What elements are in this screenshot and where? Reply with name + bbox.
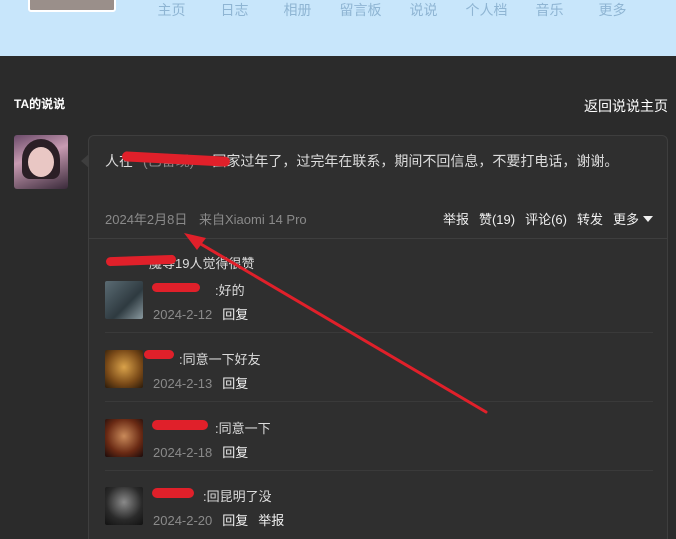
comment-avatar[interactable] (105, 487, 143, 525)
comment-text: 同意一下好友 (182, 352, 261, 367)
redaction-mark (152, 488, 194, 498)
comment-text: 同意一下 (218, 421, 271, 436)
nav-item-shuoshuo[interactable]: 说说 (392, 0, 455, 20)
nav-item-album[interactable]: 相册 (266, 0, 329, 20)
comment-meta: 2024-2-20 回复 举报 (153, 513, 284, 529)
more-button[interactable]: 更多 (613, 210, 653, 230)
back-to-shuoshuo-link[interactable]: 返回说说主页 (584, 96, 668, 116)
comment-divider (105, 401, 653, 402)
comment-text: 回昆明了没 (206, 489, 272, 504)
comment-reply-button[interactable]: 回复 (222, 445, 248, 460)
nav-item-guestbook[interactable]: 留言板 (329, 0, 392, 20)
nav-item-home[interactable]: 主页 (140, 0, 203, 20)
avatar-face (28, 147, 54, 177)
like-button[interactable]: 赞(19) (479, 210, 515, 230)
post-device: 来自Xiaomi 14 Pro (199, 212, 307, 227)
forward-button[interactable]: 转发 (577, 210, 603, 230)
comment-reply-button[interactable]: 回复 (222, 376, 248, 391)
comment-meta: 2024-2-18 回复 (153, 445, 248, 461)
main-nav: 主页 日志 相册 留言板 说说 个人档 音乐 更多 (140, 0, 644, 20)
nav-item-profile[interactable]: 个人档 (455, 0, 518, 20)
comment-avatar[interactable] (105, 350, 143, 388)
chevron-down-icon (643, 216, 653, 222)
comment-meta: 2024-2-12 回复 (153, 307, 248, 323)
post-card: 人在(已备现)回家过年了，过完年在联系，期间不回信息，不要打电话，谢谢。 202… (81, 135, 668, 539)
report-button[interactable]: 举报 (443, 210, 469, 230)
comment-button[interactable]: 评论(6) (525, 210, 567, 230)
nav-item-music[interactable]: 音乐 (518, 0, 581, 20)
comment-reply-button[interactable]: 回复 (222, 307, 248, 322)
comment-date: 2024-2-13 (153, 376, 213, 391)
post-divider (89, 238, 667, 239)
nav-item-more[interactable]: 更多 (581, 0, 644, 20)
comment-avatar[interactable] (105, 419, 143, 457)
comment-divider (105, 470, 653, 471)
nav-item-blog[interactable]: 日志 (203, 0, 266, 20)
comment-text: 好的 (218, 283, 245, 298)
comment-avatar[interactable] (105, 281, 143, 319)
comment-reply-button[interactable]: 回复 (222, 513, 248, 528)
comment-date: 2024-2-18 (153, 445, 213, 460)
comment-divider (105, 332, 653, 333)
top-banner: 主页 日志 相册 留言板 说说 个人档 音乐 更多 (0, 0, 676, 56)
post-text: 回家过年了，过完年在联系，期间不回信息，不要打电话，谢谢。 (212, 153, 619, 169)
comment-date: 2024-2-20 (153, 513, 213, 528)
comment-report-button[interactable]: 举报 (258, 513, 284, 528)
comment-date: 2024-2-12 (153, 307, 213, 322)
card-pointer (81, 154, 89, 168)
post-actions: 举报 赞(19) 评论(6) 转发 更多 (443, 210, 653, 230)
page: { "nav": { "items": ["主页", "日志", "相册", "… (0, 0, 676, 539)
redaction-mark (152, 283, 200, 292)
comment-item: :同意一下好友 2024-2-13 回复 (105, 350, 653, 410)
post-date: 2024年2月8日 (105, 212, 188, 227)
comment-meta: 2024-2-13 回复 (153, 376, 248, 392)
redaction-mark (144, 350, 174, 359)
profile-avatar-thumb[interactable] (28, 0, 116, 12)
more-label: 更多 (612, 212, 639, 227)
post-meta: 2024年2月8日 来自Xiaomi 14 Pro 举报 赞(19) 评论(6)… (105, 210, 653, 230)
author-avatar[interactable] (14, 135, 68, 189)
section-title: TA的说说 (14, 97, 66, 111)
redaction-mark (152, 420, 208, 430)
